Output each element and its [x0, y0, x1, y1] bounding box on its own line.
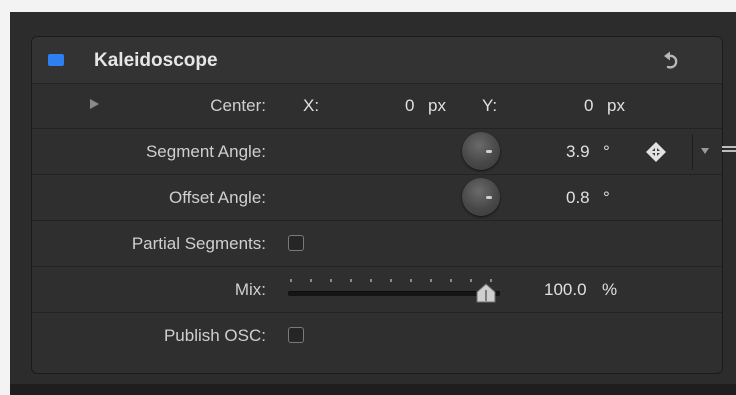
offset-angle-value[interactable]: 0.8	[566, 175, 590, 220]
panel-bottom-strip	[10, 384, 736, 395]
param-row-publish-osc: Publish OSC:	[32, 313, 722, 358]
chevron-down-icon[interactable]	[701, 148, 709, 154]
reset-arrow-icon[interactable]	[662, 50, 680, 70]
filter-title: Kaleidoscope	[94, 50, 218, 71]
segment-angle-value[interactable]: 3.9	[566, 129, 590, 174]
mix-unit: %	[602, 280, 618, 299]
slider-ticks	[290, 279, 492, 282]
partial-segments-checkbox[interactable]	[288, 235, 304, 251]
param-label-mix: Mix:	[234, 280, 266, 299]
center-x-label: X:	[303, 96, 320, 115]
dial-indicator	[486, 150, 492, 153]
offset-angle-unit: °	[603, 188, 610, 207]
segment-angle-unit: °	[603, 142, 610, 161]
center-y-unit: px	[607, 96, 625, 115]
param-label-publish-osc: Publish OSC:	[163, 326, 266, 345]
disclosure-triangle-icon[interactable]	[90, 99, 99, 109]
window-top-edge	[0, 0, 736, 12]
filter-inspector-panel: Kaleidoscope Center: X: 0 px Y: 0 px Seg…	[31, 36, 723, 374]
center-y-value[interactable]: 0	[584, 83, 593, 128]
offset-angle-dial[interactable]	[462, 178, 500, 216]
dial-indicator	[486, 196, 492, 199]
param-row-partial-segments: Partial Segments:	[32, 221, 722, 267]
param-row-center: Center: X: 0 px Y: 0 px	[32, 83, 722, 129]
param-row-offset-angle: Offset Angle: 0.8 °	[32, 175, 722, 221]
row-divider	[692, 134, 693, 170]
mix-slider-thumb[interactable]	[475, 283, 497, 303]
parameter-menu-icon[interactable]	[722, 146, 736, 156]
center-x-value[interactable]: 0	[405, 83, 414, 128]
mix-slider-track[interactable]	[288, 291, 500, 296]
mix-value[interactable]: 100.0	[544, 267, 587, 312]
param-row-segment-angle: Segment Angle: 3.9 °	[32, 129, 722, 175]
center-y-label: Y:	[482, 96, 498, 115]
center-x-unit: px	[428, 96, 446, 115]
param-label-offset-angle: Offset Angle:	[168, 188, 266, 207]
param-label-partial-segments: Partial Segments:	[131, 234, 266, 253]
window-left-edge	[0, 12, 10, 395]
publish-osc-checkbox[interactable]	[288, 327, 304, 343]
filter-header: Kaleidoscope	[32, 37, 722, 84]
segment-angle-dial[interactable]	[462, 132, 500, 170]
param-row-mix: Mix: 100.0 %	[32, 267, 722, 313]
param-label-segment-angle: Segment Angle:	[145, 142, 266, 161]
filter-enable-checkbox[interactable]	[48, 54, 64, 66]
keyframe-diamond-icon[interactable]	[645, 141, 667, 163]
param-label-center: Center:	[210, 96, 266, 115]
